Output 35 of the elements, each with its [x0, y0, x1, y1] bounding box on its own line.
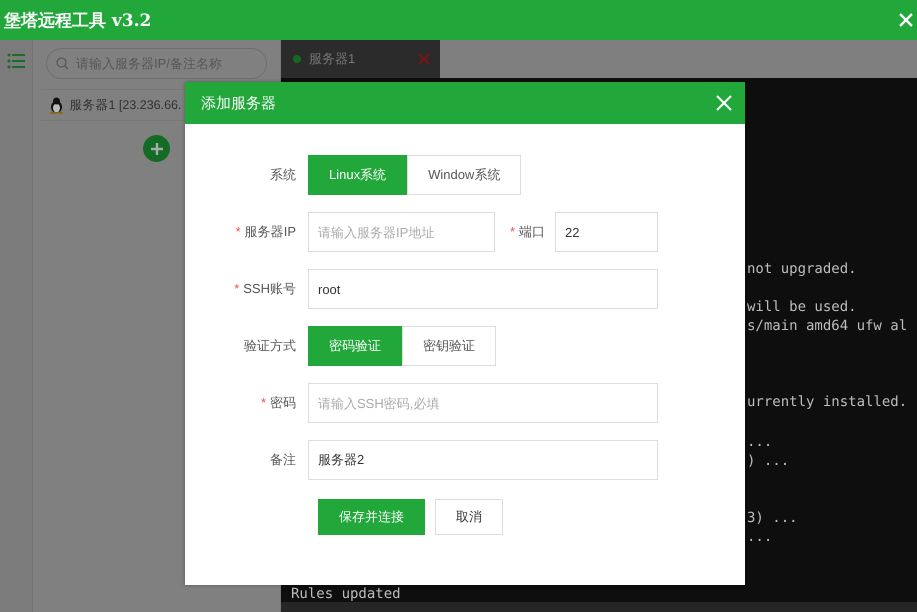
penguin-icon	[48, 96, 64, 114]
field-label: 服务器IP	[244, 224, 296, 239]
plus-icon	[150, 142, 164, 156]
menu-icon[interactable]	[7, 53, 25, 69]
input-field[interactable]: 请输入服务器IP地址	[308, 212, 495, 252]
option-button[interactable]: Window系统	[407, 155, 522, 195]
required-mark: *	[510, 224, 515, 239]
required-mark: *	[260, 395, 266, 410]
window-title: 堡塔远程工具 v3.2	[4, 10, 152, 32]
terminal-line: urrently installed.	[747, 394, 908, 410]
input-field[interactable]: root	[308, 269, 658, 309]
search-icon	[56, 57, 69, 70]
field-label: SSH账号	[243, 281, 296, 296]
field-label: 验证方式	[244, 338, 296, 353]
terminal-line: ...	[747, 529, 772, 545]
field-label: 密码	[270, 395, 296, 410]
field-label: 端口	[519, 224, 545, 239]
add-button[interactable]	[143, 135, 170, 162]
option-button[interactable]: 密钥验证	[402, 326, 496, 366]
terminal-line: Rules updated	[291, 586, 401, 602]
terminal-line: ...	[747, 434, 772, 450]
required-mark: *	[236, 224, 241, 239]
input-field[interactable]: 22	[555, 212, 658, 252]
terminal-line: 3) ...	[747, 510, 798, 526]
cancel-button[interactable]: 取消	[435, 499, 503, 535]
field-label: 系统	[270, 167, 296, 182]
terminal-line: will be used.	[747, 299, 857, 315]
terminal-line: not upgraded.	[747, 261, 857, 277]
input-field[interactable]: 请输入SSH密码,必填	[308, 383, 658, 423]
input-field[interactable]: 服务器2	[308, 440, 658, 480]
terminal-line: s/main amd64 ufw al	[747, 318, 908, 334]
field-label: 备注	[270, 452, 296, 467]
required-mark: *	[234, 281, 240, 296]
tab-label: 服务器1	[309, 50, 356, 68]
terminal-line: ) ...	[747, 453, 790, 469]
